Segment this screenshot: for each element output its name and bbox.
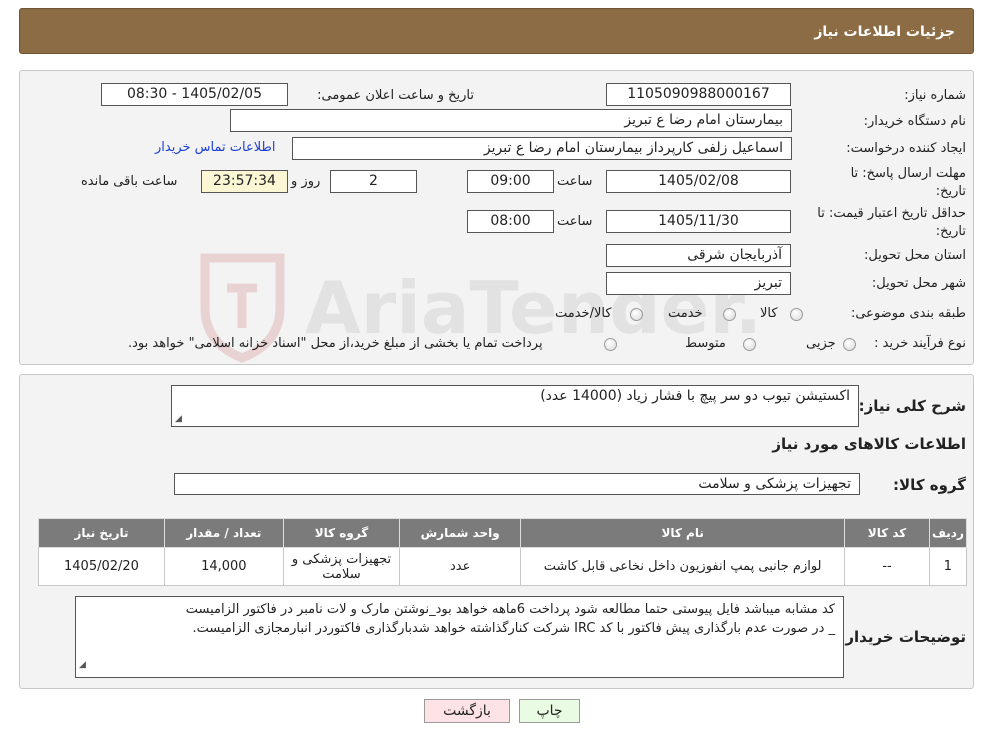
cell-unit: عدد bbox=[399, 547, 522, 586]
validity-time-field: 08:00 bbox=[467, 210, 554, 233]
deadline-date-field: 1405/02/08 bbox=[606, 170, 791, 193]
print-button[interactable]: چاپ bbox=[519, 699, 580, 723]
process-option-medium: متوسط bbox=[685, 336, 726, 351]
deadline-label-line1: مهلت ارسال پاسخ: تا bbox=[850, 166, 966, 181]
announce-label: تاریخ و ساعت اعلان عمومی: bbox=[317, 88, 474, 103]
buyer-notes-line2: _ در صورت عدم بارگذاری پیش فاکتور با کد … bbox=[192, 621, 835, 636]
creator-field: اسماعیل زلفی کارپرداز بیمارستان امام رضا… bbox=[292, 137, 792, 160]
col-header-group: گروه کالا bbox=[282, 518, 401, 548]
table-header-row: ردیف کد کالا نام کالا واحد شمارش گروه کا… bbox=[38, 518, 968, 548]
table-row: 1 -- لوازم جانبی پمپ انفوزیون داخل نخاعی… bbox=[38, 547, 968, 586]
validity-time-label: ساعت bbox=[557, 214, 593, 229]
category-option-goods: کالا bbox=[760, 306, 778, 321]
process-note: پرداخت تمام یا بخشی از مبلغ خرید،از محل … bbox=[128, 336, 543, 351]
province-field: آذربایجان شرقی bbox=[606, 244, 791, 267]
category-option-service: خدمت bbox=[668, 306, 703, 321]
buyer-notes-line1: کد مشابه میباشد فایل پیوستی حتما مطالعه … bbox=[185, 602, 835, 617]
items-table: ردیف کد کالا نام کالا واحد شمارش گروه کا… bbox=[38, 518, 968, 586]
items-section-title: اطلاعات کالاهای مورد نیاز bbox=[772, 435, 966, 453]
summary-label: شرح کلی نیاز: bbox=[858, 397, 966, 415]
col-header-row-num: ردیف bbox=[928, 518, 968, 548]
category-option-goods-service: کالا/خدمت bbox=[555, 306, 612, 321]
cell-group: تجهیزات پزشکی و سلامت bbox=[282, 547, 401, 586]
cell-date: 1405/02/20 bbox=[38, 547, 165, 586]
group-field: تجهیزات پزشکی و سلامت bbox=[174, 473, 860, 495]
group-label: گروه کالا: bbox=[893, 476, 966, 494]
col-header-quantity: تعداد / مقدار bbox=[163, 518, 284, 548]
col-header-name: نام کالا bbox=[520, 518, 846, 548]
deadline-time-field: 09:00 bbox=[467, 170, 554, 193]
buyer-field: بیمارستان امام رضا ع تبریز bbox=[230, 109, 792, 132]
deadline-label-line2: تاریخ: bbox=[935, 184, 966, 199]
remaining-label: ساعت باقی مانده bbox=[81, 174, 178, 189]
summary-text: اکستیشن تیوب دو سر پیچ با فشار زیاد (140… bbox=[540, 388, 850, 404]
city-label: شهر محل تحویل: bbox=[871, 276, 966, 291]
process-radio-medium[interactable] bbox=[743, 338, 756, 351]
category-label: طبقه بندی موضوعی: bbox=[850, 306, 966, 321]
resize-handle-icon[interactable]: ◢ bbox=[79, 656, 86, 675]
buyer-notes-label: توضیحات خریدار: bbox=[839, 628, 966, 646]
cell-name: لوازم جانبی پمپ انفوزیون داخل نخاعی قابل… bbox=[520, 547, 846, 586]
days-label: روز و bbox=[291, 174, 321, 189]
category-radio-service[interactable] bbox=[723, 308, 736, 321]
validity-label-line1: حداقل تاریخ اعتبار قیمت: تا bbox=[817, 206, 966, 221]
deadline-time-label: ساعت bbox=[557, 174, 593, 189]
items-table-wrapper: ردیف کد کالا نام کالا واحد شمارش گروه کا… bbox=[38, 518, 968, 586]
cell-quantity: 14,000 bbox=[163, 547, 284, 586]
process-radio-minor[interactable] bbox=[843, 338, 856, 351]
col-header-date: تاریخ نیاز bbox=[38, 518, 165, 548]
days-field: 2 bbox=[330, 170, 417, 193]
need-number-field: 1105090988000167 bbox=[606, 83, 791, 106]
need-number-label: شماره نیاز: bbox=[904, 88, 966, 103]
back-button[interactable]: بازگشت bbox=[424, 699, 510, 723]
buyer-contact-link[interactable]: اطلاعات تماس خریدار bbox=[155, 140, 275, 155]
buyer-label: نام دستگاه خریدار: bbox=[863, 114, 966, 129]
province-label: استان محل تحویل: bbox=[864, 248, 966, 263]
resize-handle-icon[interactable]: ◢ bbox=[175, 414, 182, 424]
page-title: جزئیات اطلاعات نیاز bbox=[814, 24, 955, 40]
validity-date-field: 1405/11/30 bbox=[606, 210, 791, 233]
process-label: نوع فرآیند خرید : bbox=[874, 336, 966, 351]
summary-textarea[interactable]: اکستیشن تیوب دو سر پیچ با فشار زیاد (140… bbox=[171, 385, 859, 427]
cell-row-num: 1 bbox=[928, 547, 968, 586]
category-radio-goods-service[interactable] bbox=[630, 308, 643, 321]
validity-label-line2: تاریخ: bbox=[935, 224, 966, 239]
process-option-minor: جزیی bbox=[806, 336, 836, 351]
page-header: جزئیات اطلاعات نیاز bbox=[19, 8, 974, 54]
col-header-unit: واحد شمارش bbox=[399, 518, 522, 548]
remaining-time-field: 23:57:34 bbox=[201, 170, 288, 193]
cell-code: -- bbox=[844, 547, 930, 586]
category-radio-goods[interactable] bbox=[790, 308, 803, 321]
col-header-code: کد کالا bbox=[844, 518, 930, 548]
process-radio-treasury[interactable] bbox=[604, 338, 617, 351]
buyer-notes-textarea[interactable]: کد مشابه میباشد فایل پیوستی حتما مطالعه … bbox=[75, 596, 844, 678]
announce-field: 1405/02/05 - 08:30 bbox=[101, 83, 288, 106]
creator-label: ایجاد کننده درخواست: bbox=[846, 141, 966, 156]
city-field: تبریز bbox=[606, 272, 791, 295]
